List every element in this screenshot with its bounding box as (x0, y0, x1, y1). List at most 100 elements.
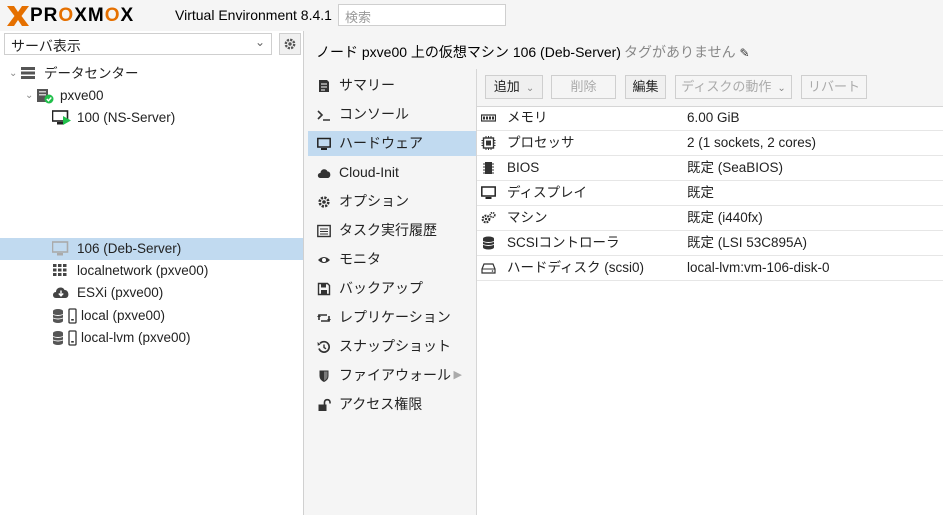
tree-item-local[interactable]: local (pxve00) (0, 305, 303, 327)
cpu-icon (481, 136, 496, 150)
hardware-value: 既定 (LSI 53C895A) (687, 235, 808, 250)
table-row[interactable]: マシン 既定 (i440fx) (477, 206, 943, 231)
hardware-value: 既定 (SeaBIOS) (687, 160, 784, 175)
cogs-icon (481, 211, 496, 224)
tree-item-label: 100 (NS-Server) (77, 110, 176, 125)
display-icon (481, 186, 496, 199)
nav-label: レプリケーション (339, 309, 451, 325)
hardware-name: ディスプレイ (507, 185, 588, 200)
hardware-value: 2 (1 sockets, 2 cores) (687, 135, 817, 150)
table-row[interactable]: ディスプレイ 既定 (477, 181, 943, 206)
table-row[interactable]: メモリ 6.00 GiB (477, 106, 943, 131)
tree-item-vm-106[interactable]: 106 (Deb-Server) (0, 238, 303, 260)
view-select[interactable]: サーバ表示 ⌄ (4, 33, 272, 55)
table-row[interactable]: SCSIコントローラ 既定 (LSI 53C895A) (477, 231, 943, 256)
nav-replication[interactable]: レプリケーション (308, 305, 476, 330)
tree-item-node[interactable]: ⌄ pxve00 (0, 85, 303, 107)
memory-icon (481, 114, 496, 122)
disk-action-button[interactable]: ディスクの動作 ⌄ (675, 75, 792, 99)
database-icon (482, 236, 495, 250)
tree-item-label: local (pxve00) (81, 308, 166, 323)
pencil-icon[interactable]: ✎ (739, 46, 749, 60)
hardware-value: 既定 (687, 185, 714, 200)
add-button-label: 追加 (493, 79, 520, 94)
hardware-name: メモリ (507, 110, 548, 125)
disk-action-label: ディスクの動作 (681, 79, 772, 94)
console-icon (317, 110, 330, 121)
collapse-icon[interactable]: ⌄ (25, 85, 33, 107)
hardware-panel: 追加 ⌄ 削除 編集 ディスクの動作 ⌄ リバート メモリ 6.00 GiB プロセ… (477, 69, 943, 515)
tree-item-local-lvm[interactable]: local-lvm (pxve00) (0, 327, 303, 349)
vm-nav-menu: サマリー コンソール ハードウェア Cloud-Init オプション タスク実行… (308, 69, 477, 515)
eye-icon (318, 257, 330, 263)
retweet-icon (317, 314, 331, 322)
nav-summary[interactable]: サマリー (308, 73, 476, 98)
nav-label: サマリー (339, 77, 395, 93)
table-row[interactable]: BIOS 既定 (SeaBIOS) (477, 156, 943, 181)
vm-running-icon (52, 110, 71, 126)
remove-button[interactable]: 削除 (551, 75, 616, 99)
resource-tree-panel: サーバ表示 ⌄ ⌄ データセンター ⌄ pxve00 100 (NS-Serve… (0, 31, 304, 515)
table-row[interactable]: ハードディスク (scsi0) local-lvm:vm-106-disk-0 (477, 256, 943, 281)
tree-item-label: pxve00 (60, 88, 104, 103)
monitor-icon (317, 137, 331, 150)
node-online-icon (36, 88, 54, 104)
history-icon (317, 340, 330, 353)
nav-label: Cloud-Init (339, 164, 399, 180)
revert-button[interactable]: リバート (801, 75, 867, 99)
tree-item-vm-100[interactable]: 100 (NS-Server) (0, 107, 303, 129)
chevron-right-icon: ▶ (453, 369, 462, 381)
tree-item-label: localnetwork (pxve00) (77, 263, 209, 278)
hardware-value: 既定 (i440fx) (687, 210, 763, 225)
nav-permissions[interactable]: アクセス権限 (308, 392, 476, 417)
nav-cloud-init[interactable]: Cloud-Init (308, 160, 476, 185)
nav-label: モニタ (339, 251, 381, 267)
gear-icon (284, 38, 296, 50)
nav-console[interactable]: コンソール (308, 102, 476, 127)
search-input[interactable]: 検索 (338, 4, 506, 26)
network-grid-icon (52, 263, 70, 279)
storage-icon (52, 330, 77, 346)
tree-item-localnetwork[interactable]: localnetwork (pxve00) (0, 260, 303, 282)
nav-label: オプション (339, 193, 409, 209)
proxmox-logo[interactable]: PROXMOX (6, 4, 134, 28)
top-bar: PROXMOX Virtual Environment 8.4.1 検索 (0, 0, 943, 31)
table-row[interactable]: プロセッサ 2 (1 sockets, 2 cores) (477, 131, 943, 156)
storage-icon (52, 308, 77, 324)
summary-icon (319, 80, 329, 92)
unlock-icon (318, 398, 331, 411)
nav-task-history[interactable]: タスク実行履歴 (308, 218, 476, 243)
hardware-name: SCSIコントローラ (507, 235, 620, 250)
hardware-value: 6.00 GiB (687, 110, 740, 125)
collapse-icon[interactable]: ⌄ (9, 63, 17, 85)
tags-field[interactable]: タグがありません ✎ (624, 42, 750, 62)
hardware-name: BIOS (507, 160, 540, 175)
nav-label: タスク実行履歴 (339, 222, 437, 238)
nav-firewall[interactable]: ファイアウォール ▶ (308, 363, 476, 388)
nav-hardware[interactable]: ハードウェア (308, 131, 476, 156)
hdd-icon (481, 263, 496, 274)
add-button[interactable]: 追加 ⌄ (485, 75, 543, 99)
tree-item-esxi[interactable]: ESXi (pxve00) (0, 282, 303, 304)
hardware-toolbar: 追加 ⌄ 削除 編集 ディスクの動作 ⌄ リバート (477, 69, 943, 107)
gear-button[interactable] (279, 33, 301, 55)
nav-snapshots[interactable]: スナップショット (308, 334, 476, 359)
nav-label: アクセス権限 (339, 396, 423, 412)
nav-backup[interactable]: バックアップ (308, 276, 476, 301)
nav-options[interactable]: オプション (308, 189, 476, 214)
product-version: Virtual Environment 8.4.1 (175, 7, 332, 23)
tree-item-label: ESXi (pxve00) (77, 285, 164, 300)
tree-item-label: データセンター (44, 66, 139, 81)
tree-item-datacenter[interactable]: ⌄ データセンター (0, 63, 303, 85)
chevron-down-icon: ⌄ (254, 35, 265, 49)
nav-monitor[interactable]: モニタ (308, 247, 476, 272)
nav-label: スナップショット (339, 338, 451, 354)
cloud-download-icon (52, 285, 70, 301)
tree-item-label: 106 (Deb-Server) (77, 241, 182, 256)
datacenter-icon (20, 66, 38, 82)
edit-button[interactable]: 編集 (625, 75, 666, 99)
list-icon (317, 224, 331, 238)
nav-label: ファイアウォール (339, 367, 451, 383)
view-select-value: サーバ表示 (11, 38, 81, 54)
floppy-icon (317, 282, 331, 296)
